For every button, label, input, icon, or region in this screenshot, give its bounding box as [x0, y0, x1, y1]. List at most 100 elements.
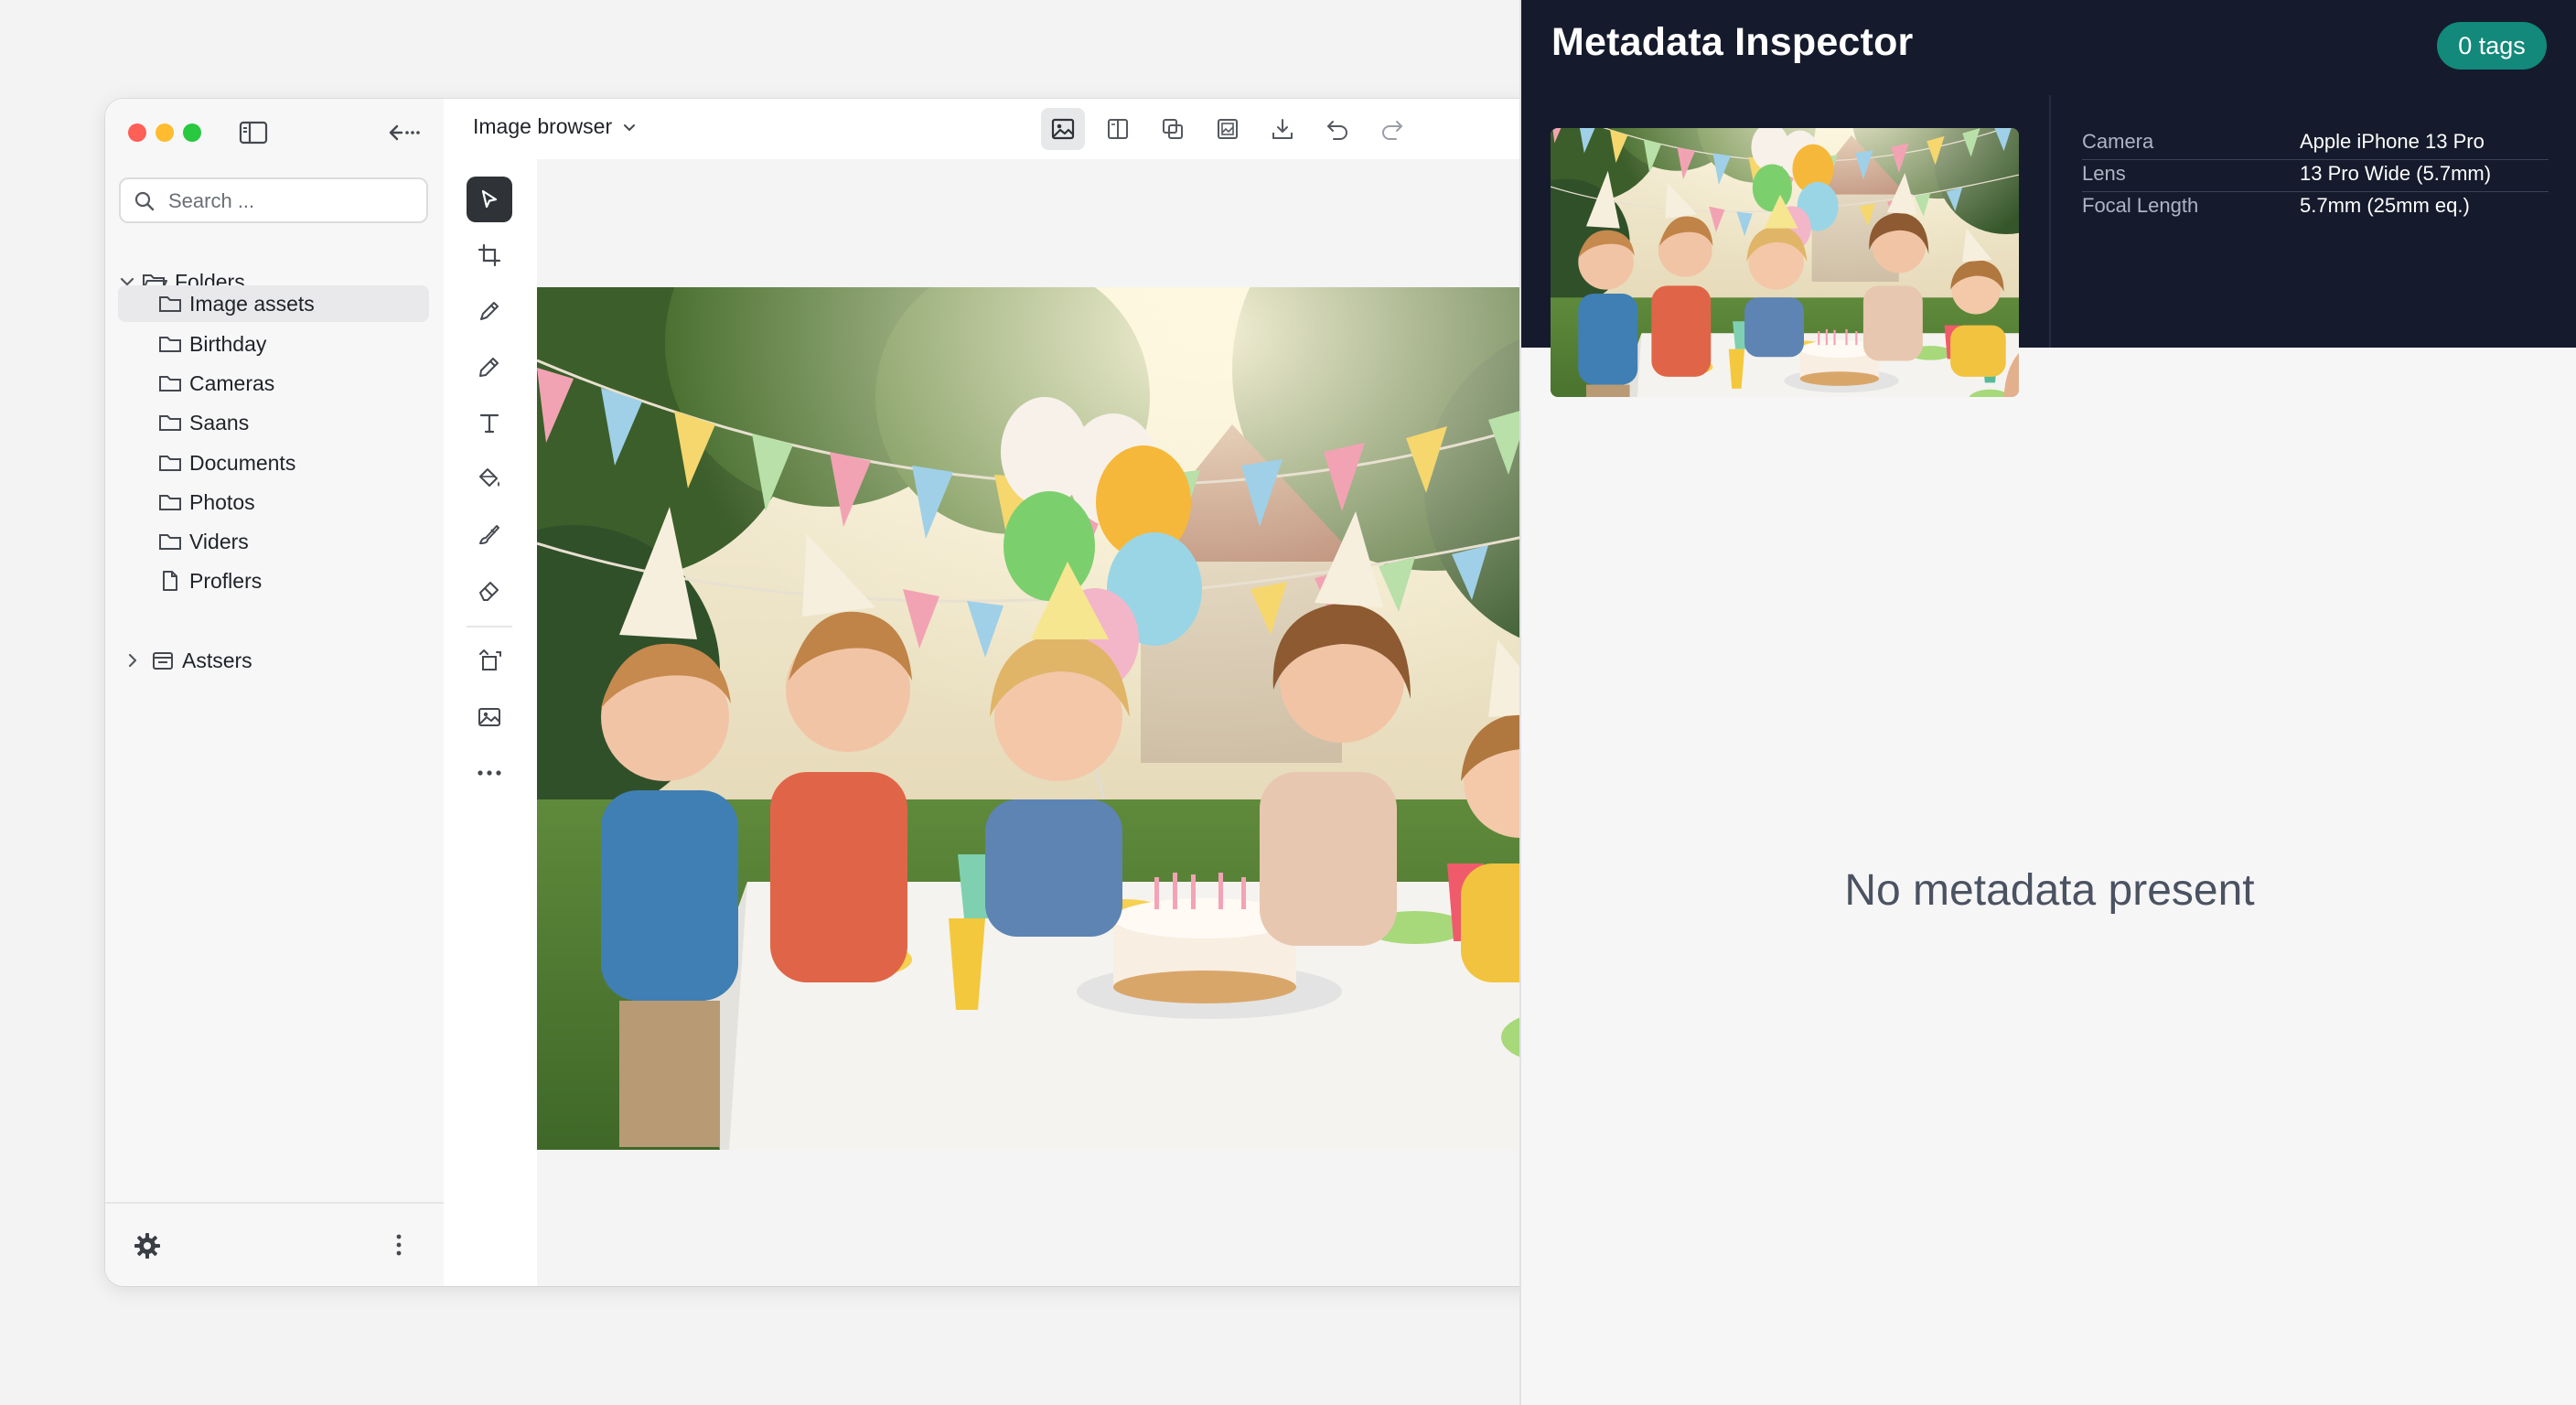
pencil-tool[interactable]	[467, 344, 512, 390]
empty-state-message: No metadata present	[1844, 866, 2255, 915]
gallery-view-button[interactable]	[1206, 108, 1250, 150]
pencil-icon	[479, 358, 499, 377]
metadata-value: Apple iPhone 13 Pro	[2300, 130, 2485, 153]
sidebar-item-cameras[interactable]: Cameras	[118, 365, 429, 402]
fill-tool[interactable]	[467, 456, 512, 501]
more-horizontal-icon	[478, 770, 501, 776]
metadata-row-lens: Lens 13 Pro Wide (5.7mm)	[2082, 160, 2549, 192]
file-icon	[163, 571, 177, 591]
collapse-sidebar-icon[interactable]	[387, 117, 422, 148]
sidebar-item-label: Documents	[189, 450, 296, 475]
sidebar-item-label: Birthday	[189, 331, 267, 356]
metadata-row-camera: Camera Apple iPhone 13 Pro	[2082, 128, 2549, 160]
transform-tool[interactable]	[467, 638, 512, 684]
sidebar: Folders Image assets Birthday Cameras Sa…	[105, 99, 445, 1286]
image-canvas[interactable]	[537, 159, 1619, 1286]
view-title: Image browser	[473, 114, 613, 138]
image-tool[interactable]	[467, 694, 512, 740]
view-selector[interactable]: Image browser	[473, 114, 638, 139]
chevron-right-icon	[128, 653, 137, 668]
sidebar-item-saans[interactable]: Saans	[118, 404, 429, 441]
sidebar-footer	[105, 1202, 444, 1286]
brush-icon	[479, 525, 499, 544]
sidebar-toggle-icon[interactable]	[238, 117, 269, 148]
more-options-icon[interactable]	[393, 1231, 404, 1259]
pen-tool[interactable]	[467, 288, 512, 334]
compare-view-button[interactable]	[1151, 108, 1195, 150]
divider	[2049, 95, 2051, 348]
folder-icon	[159, 296, 181, 312]
birthday-party-photo[interactable]	[537, 287, 1619, 1150]
folder-icon	[159, 376, 181, 391]
text-tool[interactable]	[467, 400, 512, 445]
maximize-window-button[interactable]	[183, 123, 201, 142]
metadata-key: Camera	[2082, 130, 2154, 153]
metadata-value: 5.7mm (25mm eq.)	[2300, 194, 2470, 217]
image-icon	[1051, 118, 1075, 140]
folder-icon	[159, 415, 181, 431]
image-thumbnail[interactable]	[1551, 128, 2019, 397]
sidebar-item-label: Cameras	[189, 370, 275, 395]
image-icon	[478, 708, 500, 726]
metadata-row-focal-length: Focal Length 5.7mm (25mm eq.)	[2082, 192, 2549, 223]
tags-badge[interactable]: 0 tags	[2437, 22, 2547, 70]
sidebar-item-label: Photos	[189, 489, 255, 514]
picture-frame-icon	[1218, 119, 1238, 139]
sidebar-item-image-assets[interactable]: Image assets	[118, 285, 429, 322]
sidebar-item-proflers[interactable]: Proflers	[118, 563, 429, 599]
download-button[interactable]	[1261, 108, 1304, 150]
search-box[interactable]	[119, 177, 428, 223]
sidebar-item-photos[interactable]: Photos	[118, 484, 429, 520]
transform-icon	[479, 649, 501, 670]
inspector-summary: Camera Apple iPhone 13 Pro Lens 13 Pro W…	[1521, 95, 2576, 348]
tool-separator	[467, 626, 512, 627]
metadata-key: Lens	[2082, 162, 2126, 185]
app-window: Folders Image assets Birthday Cameras Sa…	[105, 99, 1619, 1286]
select-tool[interactable]	[467, 177, 512, 222]
single-image-view-button[interactable]	[1041, 108, 1085, 150]
browser-toolbar: Image browser	[444, 99, 1619, 161]
redo-button[interactable]	[1370, 108, 1414, 150]
download-icon	[1272, 119, 1293, 139]
folder-icon	[159, 337, 181, 352]
inspector-title: Metadata Inspector	[1551, 20, 1914, 64]
folder-icon	[159, 534, 181, 550]
redo-icon	[1382, 121, 1402, 140]
sidebar-group-label: Astsers	[182, 648, 252, 672]
chevron-down-icon	[624, 123, 636, 131]
eraser-icon	[479, 582, 499, 601]
sidebar-item-birthday[interactable]: Birthday	[118, 326, 429, 362]
brush-tool[interactable]	[467, 511, 512, 557]
sidebar-item-label: Image assets	[189, 291, 315, 316]
search-icon	[134, 191, 155, 211]
undo-button[interactable]	[1315, 108, 1359, 150]
minimize-window-button[interactable]	[156, 123, 174, 142]
sidebar-item-viders[interactable]: Viders	[118, 523, 429, 560]
gear-icon[interactable]	[133, 1231, 162, 1260]
folder-icon	[159, 456, 181, 471]
metadata-key: Focal Length	[2082, 194, 2199, 217]
crop-icon	[478, 243, 501, 267]
columns-icon	[1108, 119, 1128, 139]
metadata-value: 13 Pro Wide (5.7mm)	[2300, 162, 2492, 185]
eraser-tool[interactable]	[467, 567, 512, 613]
sidebar-item-documents[interactable]: Documents	[118, 445, 429, 481]
sidebar-group-astsers[interactable]: Astsers	[118, 642, 429, 679]
search-input[interactable]	[166, 179, 417, 223]
tools-panel	[444, 159, 539, 1286]
text-icon	[479, 413, 499, 434]
pen-icon	[480, 302, 499, 320]
archive-icon	[153, 652, 173, 670]
close-window-button[interactable]	[128, 123, 146, 142]
layers-icon	[1163, 119, 1183, 139]
sidebar-item-label: Saans	[189, 410, 250, 434]
crop-tool[interactable]	[467, 232, 512, 278]
undo-icon	[1327, 121, 1347, 140]
pointer-icon	[481, 189, 498, 209]
paint-bucket-icon	[479, 468, 499, 487]
folder-icon	[159, 495, 181, 510]
split-view-button[interactable]	[1096, 108, 1140, 150]
inspector-header: Metadata Inspector 0 tags	[1521, 0, 2576, 96]
metadata-inspector-panel: Metadata Inspector 0 tags Camera Apple i…	[1519, 0, 2576, 1405]
more-tools-button[interactable]	[467, 750, 512, 796]
